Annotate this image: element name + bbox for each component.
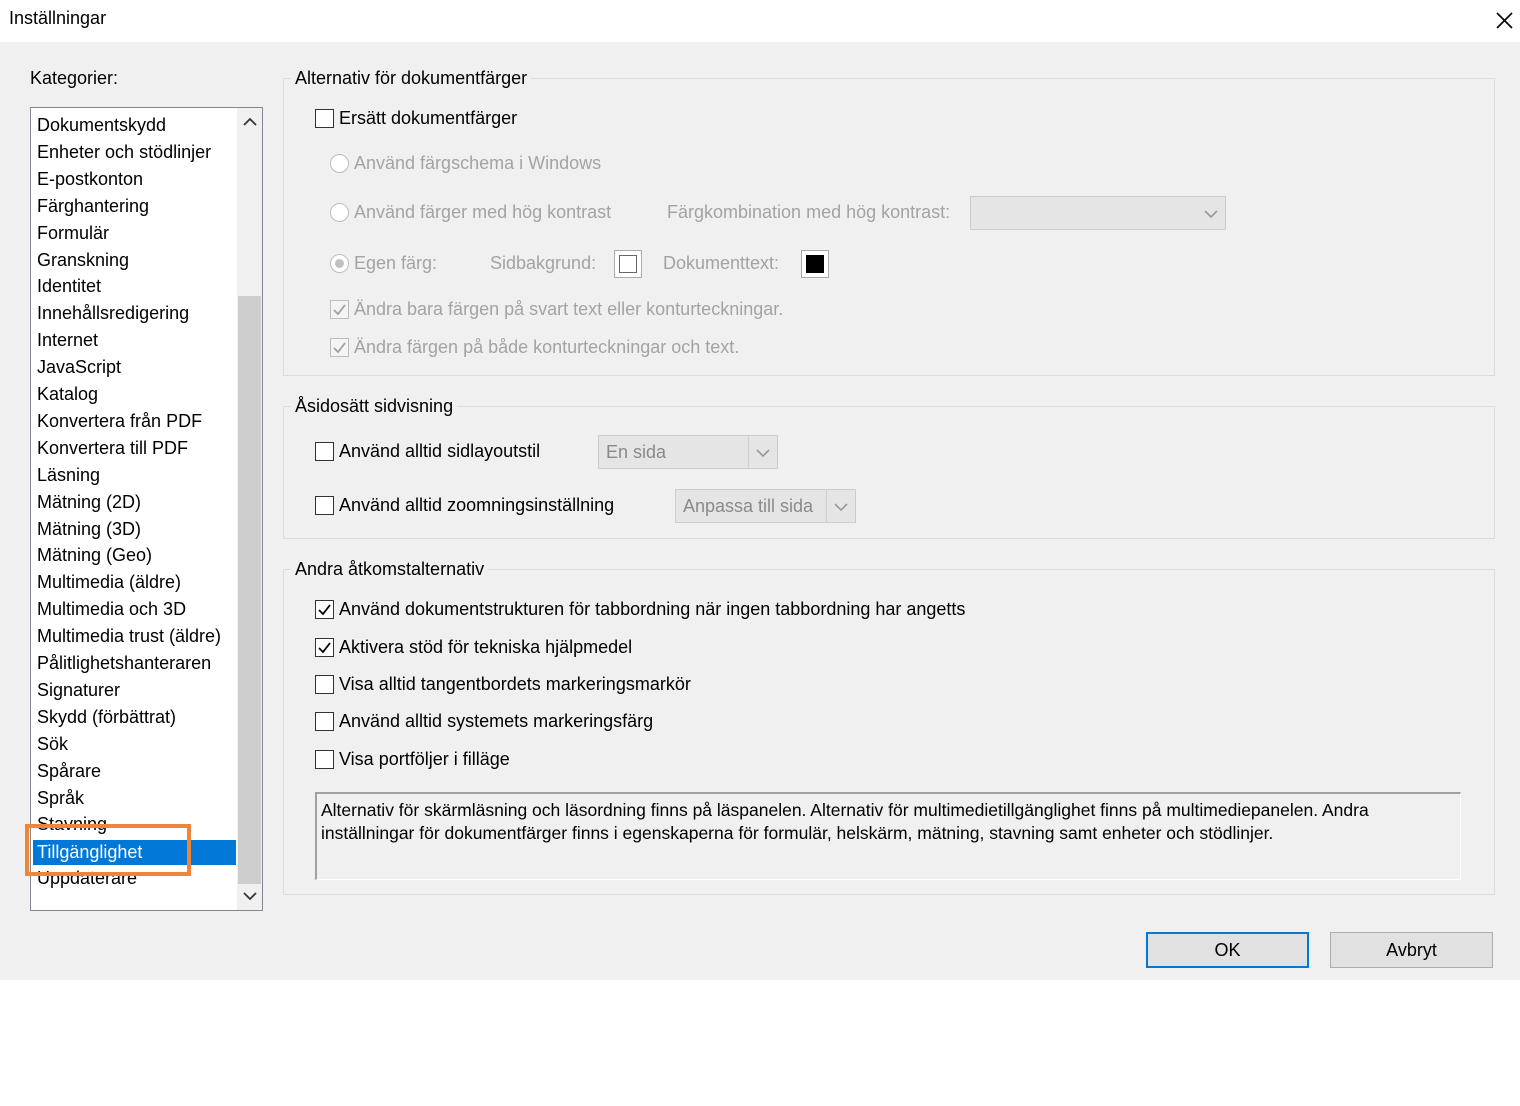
override-title: Åsidosätt sidvisning	[291, 396, 458, 417]
checkmark-icon	[318, 642, 331, 654]
doc-colors-title: Alternativ för dokumentfärger	[291, 68, 532, 89]
windows-scheme-label: Använd färgschema i Windows	[354, 153, 602, 173]
zoom-combo-value: Anpassa till sida	[683, 496, 814, 516]
high-contrast-radio[interactable]	[330, 203, 349, 222]
category-item[interactable]: Konvertera till PDF	[37, 437, 188, 459]
override-group	[283, 406, 1495, 539]
other-option-checkbox[interactable]	[315, 675, 334, 694]
other-title: Andra åtkomstalternativ	[291, 559, 489, 580]
category-item[interactable]: Konvertera från PDF	[37, 410, 202, 432]
category-item[interactable]: Spårare	[37, 760, 101, 782]
layout-combo[interactable]: En sida	[598, 435, 778, 469]
zoom-label: Använd alltid zoomningsinställning	[339, 495, 615, 515]
other-option-label: Visa alltid tangentbordets markeringsmar…	[339, 674, 691, 694]
layout-combo-value: En sida	[606, 442, 667, 462]
category-item[interactable]: Pålitlighetshanteraren	[37, 652, 211, 674]
other-option-checkbox[interactable]	[315, 712, 334, 731]
custom-color-label: Egen färg:	[354, 253, 438, 273]
close-icon[interactable]	[1490, 4, 1520, 34]
checkmark-icon	[318, 604, 331, 616]
zoom-combo[interactable]: Anpassa till sida	[675, 489, 856, 523]
category-item[interactable]: Signaturer	[37, 679, 120, 701]
both-outline-text-checkbox[interactable]	[330, 338, 349, 357]
category-item[interactable]: Granskning	[37, 249, 129, 271]
category-item[interactable]: Katalog	[37, 383, 98, 405]
category-item[interactable]: Innehållsredigering	[37, 302, 189, 324]
category-item[interactable]: Mätning (Geo)	[37, 544, 152, 566]
category-item[interactable]: Mätning (3D)	[37, 518, 141, 540]
ok-button[interactable]: OK	[1146, 932, 1309, 968]
high-contrast-label: Använd färger med hög kontrast	[354, 202, 612, 222]
replace-colors-label: Ersätt dokumentfärger	[339, 108, 518, 128]
other-option-label: Använd alltid systemets markeringsfärg	[339, 711, 654, 731]
chevron-down-icon	[1197, 197, 1225, 229]
page-bg-label: Sidbakgrund:	[490, 253, 597, 273]
category-item[interactable]: Färghantering	[37, 195, 149, 217]
title-bar: Inställningar	[0, 0, 1520, 42]
info-text-line-1: Alternativ för skärmläsning och läsordni…	[321, 800, 1369, 820]
high-contrast-combo-label: Färgkombination med hög kontrast:	[667, 202, 951, 222]
layout-checkbox[interactable]	[315, 442, 334, 461]
category-item[interactable]: Multimedia och 3D	[37, 598, 186, 620]
doc-text-swatch[interactable]	[801, 250, 829, 278]
window-title: Inställningar	[9, 8, 107, 28]
category-item[interactable]: JavaScript	[37, 356, 121, 378]
page-bg-swatch[interactable]	[614, 250, 642, 278]
category-item[interactable]: Mätning (2D)	[37, 491, 141, 513]
category-item[interactable]: Språk	[37, 787, 84, 809]
checkmark-icon	[333, 342, 346, 354]
scroll-up-icon[interactable]	[240, 112, 260, 132]
category-item[interactable]: Enheter och stödlinjer	[37, 141, 211, 163]
category-item[interactable]: Läsning	[37, 464, 100, 486]
categories-label: Kategorier:	[30, 68, 119, 88]
other-option-checkbox[interactable]	[315, 750, 334, 769]
categories-list[interactable]: Dokumentskydd Enheter och stödlinjer E-pos…	[30, 107, 263, 911]
chevron-down-icon	[748, 436, 777, 468]
category-item[interactable]: Sök	[37, 733, 68, 755]
category-item[interactable]: Skydd (förbättrat)	[37, 706, 176, 728]
layout-label: Använd alltid sidlayoutstil	[339, 441, 541, 461]
checkmark-icon	[333, 304, 346, 316]
scrollbar-thumb[interactable]	[238, 296, 261, 884]
other-option-label: Använd dokumentstrukturen för tabbordnin…	[339, 599, 966, 619]
other-option-checkbox[interactable]	[315, 600, 334, 619]
category-item[interactable]: Formulär	[37, 222, 109, 244]
category-item[interactable]: Multimedia trust (äldre)	[37, 625, 221, 647]
only-black-checkbox[interactable]	[330, 300, 349, 319]
high-contrast-combo[interactable]	[970, 196, 1226, 230]
category-item[interactable]: Identitet	[37, 275, 101, 297]
category-item[interactable]: E-postkonton	[37, 168, 143, 190]
both-outline-text-label: Ändra färgen på både konturteckningar oc…	[354, 337, 740, 357]
scroll-down-icon[interactable]	[240, 886, 260, 906]
windows-scheme-radio[interactable]	[330, 154, 349, 173]
other-option-label: Aktivera stöd för tekniska hjälpmedel	[339, 637, 633, 657]
doc-text-label: Dokumenttext:	[663, 253, 780, 273]
custom-color-radio[interactable]	[330, 254, 349, 273]
chevron-down-icon	[826, 490, 855, 522]
selection-highlight-box	[25, 824, 191, 876]
zoom-checkbox[interactable]	[315, 496, 334, 515]
category-item[interactable]: Internet	[37, 329, 98, 351]
info-text-box: Alternativ för skärmläsning och läsordni…	[315, 792, 1461, 880]
category-item[interactable]: Multimedia (äldre)	[37, 571, 181, 593]
category-item[interactable]: Dokumentskydd	[37, 114, 166, 136]
other-option-checkbox[interactable]	[315, 638, 334, 657]
info-text-line-2: inställningar för dokumentfärger finns i…	[321, 823, 1274, 843]
only-black-label: Ändra bara färgen på svart text eller ko…	[354, 299, 784, 319]
categories-scrollbar[interactable]	[237, 108, 262, 910]
cancel-button[interactable]: Avbryt	[1330, 932, 1493, 968]
replace-colors-checkbox[interactable]	[315, 109, 334, 128]
other-option-label: Visa portföljer i filläge	[339, 749, 510, 769]
